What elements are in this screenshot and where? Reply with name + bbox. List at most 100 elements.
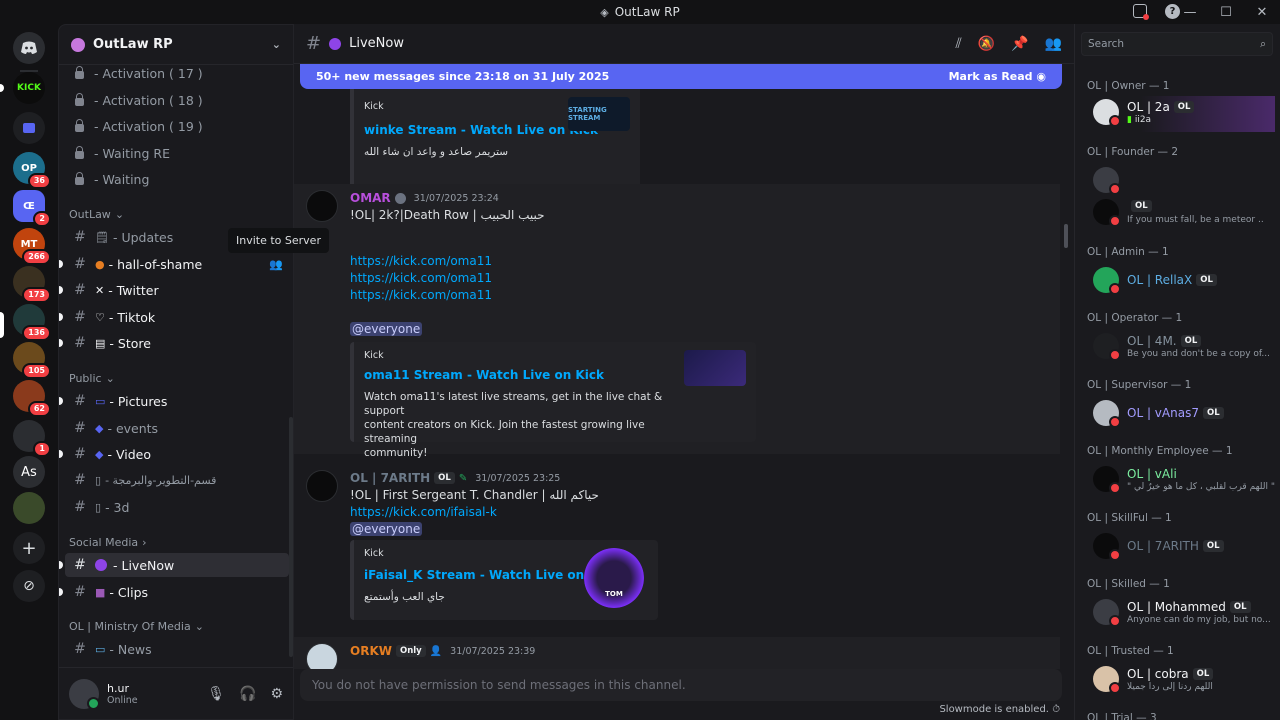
channel-video[interactable]: # ◆ - Video [59, 442, 289, 466]
channel-title: LiveNow [349, 36, 404, 51]
member-item[interactable]: OL | Mohammed OL Anyone can do my job, bu… [1083, 596, 1275, 632]
server-tag: OL [434, 472, 455, 484]
server-7[interactable]: 173 [13, 266, 51, 303]
server-10[interactable]: 62 [13, 380, 51, 417]
member-item[interactable]: OL | cobra OL اللهم ردنا إلى ردا جميلا [1083, 663, 1275, 699]
channel-3d[interactable]: # ▯ - 3d [65, 495, 289, 519]
member-item[interactable]: OL | 4M. OL Be you and don't be a copy of… [1083, 330, 1275, 366]
channel-hall-of-shame[interactable]: # ● - hall-of-shame 👥 [59, 252, 289, 276]
gear-icon[interactable]: ⚙ [270, 686, 283, 702]
avatar[interactable] [306, 470, 338, 502]
channel-news[interactable]: # ▭ - News [65, 637, 289, 661]
server-mt[interactable]: MT 266 [13, 228, 51, 265]
server-11[interactable]: 1 [13, 420, 51, 457]
channel-dev[interactable]: # ▯ - قسم-التطوير-والبرمجة [65, 468, 289, 492]
user-panel: h.ur Online 🎙 🎧 ⚙ [59, 667, 293, 719]
channel-waiting-re[interactable]: - Waiting RE [65, 141, 289, 165]
channel-pictures[interactable]: # ▭ - Pictures [59, 389, 289, 413]
role-header: OL | Trusted — 1 [1087, 645, 1174, 657]
channel-activation-17[interactable]: - Activation ( 17 ) [65, 61, 289, 85]
mention[interactable]: @everyone [350, 322, 423, 336]
member-item[interactable]: OL | 2a OL ▮ ii2a [1083, 96, 1275, 132]
headphones-icon[interactable]: 🎧 [239, 686, 256, 702]
channel-store[interactable]: # ▤ - Store [59, 331, 289, 355]
message-link[interactable]: https://kick.com/oma11 [350, 254, 492, 268]
channel-events[interactable]: # ◆ - events [65, 416, 289, 440]
maximize-button[interactable]: ☐ [1208, 5, 1244, 20]
inbox-icon[interactable] [1133, 4, 1149, 20]
avatar[interactable] [306, 643, 338, 669]
member-item[interactable]: OL | 7ARITH OL [1083, 530, 1275, 566]
mention[interactable]: @everyone [350, 522, 423, 536]
embed-thumbnail[interactable]: TOM [584, 548, 644, 608]
embed-title[interactable]: winke Stream - Watch Live on Kick [364, 123, 598, 137]
channel-activation-18[interactable]: - Activation ( 18 ) [65, 88, 289, 112]
server-as[interactable]: As [13, 456, 45, 488]
member-item[interactable]: OL | RellaX OL [1083, 264, 1275, 300]
member-item[interactable]: OL | vAnas7 OL [1083, 397, 1275, 433]
category-social-media[interactable]: Social Media › [69, 536, 147, 549]
category-ministry-of-media[interactable]: OL | Ministry Of Media ⌄ [69, 620, 204, 633]
message-list[interactable]: Kick winke Stream - Watch Live on Kick س… [294, 89, 1064, 669]
channel-tiktok[interactable]: # ♡ - Tiktok [59, 305, 289, 329]
chat-scrollbar[interactable] [1064, 224, 1068, 248]
server-art[interactable]: Œ2 [13, 190, 51, 227]
channel-activation-19[interactable]: - Activation ( 19 ) [65, 114, 289, 138]
message-link[interactable]: https://kick.com/oma11 [350, 271, 492, 285]
search-input[interactable]: Search ⌕ [1081, 32, 1273, 56]
new-messages-banner[interactable]: 50+ new messages since 23:18 on 31 July … [300, 64, 1062, 89]
channel-waiting[interactable]: - Waiting [65, 167, 289, 191]
microphone-icon[interactable]: 🎙 [207, 686, 225, 702]
channel-label: - Pictures [109, 393, 168, 409]
server-tag: Only [395, 645, 426, 657]
category-public[interactable]: Public ⌄ [69, 372, 115, 385]
message-author[interactable]: ORKW [350, 644, 392, 658]
guild-header[interactable]: OutLaw RP ⌄ [59, 25, 293, 65]
member-list-icon[interactable]: 👥 [1045, 36, 1062, 52]
minimize-button[interactable]: — [1172, 5, 1208, 20]
avatar[interactable] [69, 678, 100, 710]
member-item[interactable] [1083, 164, 1275, 200]
server-op[interactable]: OP 36 [13, 152, 51, 189]
channel-clips[interactable]: # ■ - Clips [59, 580, 289, 604]
message[interactable]: OMAR 31/07/2025 23:24 !OL| 2k?|Death Row… [294, 184, 1060, 459]
close-button[interactable]: ✕ [1244, 5, 1280, 20]
threads-icon[interactable]: ⫽ [955, 36, 961, 52]
server-13[interactable] [13, 492, 45, 524]
embed-title[interactable]: oma11 Stream - Watch Live on Kick [364, 368, 604, 382]
add-server-button[interactable]: + [13, 532, 45, 564]
mark-as-read-button[interactable]: Mark as Read ◉ [949, 70, 1046, 83]
channel-livenow[interactable]: # - LiveNow [59, 553, 289, 577]
server-kick[interactable]: KICK [13, 72, 45, 104]
member-item[interactable]: OL If you must fall, be a meteor .. [1083, 196, 1275, 232]
message-link[interactable]: https://kick.com/ifaisal-k [350, 505, 497, 519]
message-author[interactable]: OMAR [350, 191, 391, 205]
pin-icon[interactable]: 📌 [1011, 36, 1028, 52]
invite-icon[interactable]: 👥 [269, 258, 283, 271]
mute-icon[interactable]: 🔕 [978, 36, 995, 52]
channel-sidebar: OutLaw RP ⌄ - Activation ( 17 ) - Activa… [58, 24, 294, 720]
server-folder[interactable] [13, 112, 45, 144]
member-status: " اللهم قرب لقلبي ، كل ما هو خيرٌ لي " [1127, 482, 1275, 492]
timer-icon: ⏱ [1052, 704, 1060, 715]
message-link[interactable]: https://kick.com/oma11 [350, 288, 492, 302]
avatar [1093, 466, 1121, 494]
embed-thumbnail[interactable] [684, 350, 746, 386]
embed-thumbnail[interactable]: STARTING STREAM [568, 97, 630, 131]
member-item[interactable]: OL | vAli " اللهم قرب لقلبي ، كل ما هو خ… [1083, 463, 1275, 499]
embed-title[interactable]: iFaisal_K Stream - Watch Live on Kick [364, 568, 617, 582]
direct-messages-button[interactable] [13, 32, 45, 64]
message[interactable]: ORKW Only 👤 31/07/2025 23:39 [294, 637, 1060, 669]
username: h.ur [107, 681, 129, 695]
sidebar-scrollbar[interactable] [289, 417, 293, 657]
avatar[interactable] [306, 190, 338, 222]
discover-icon[interactable]: ⊘ [13, 570, 45, 602]
message[interactable]: OL | 7ARITH OL ✎ 31/07/2025 23:25 !OL | … [294, 464, 1060, 649]
server-9[interactable]: 105 [13, 342, 51, 379]
hash-icon: # [74, 420, 86, 436]
channel-twitter[interactable]: # ✕ - Twitter [59, 278, 289, 302]
hash-icon: # [74, 393, 86, 409]
category-outlaw[interactable]: OutLaw ⌄ [69, 208, 124, 221]
server-8[interactable]: 136 [13, 304, 51, 341]
message-author[interactable]: OL | 7ARITH [350, 471, 430, 485]
